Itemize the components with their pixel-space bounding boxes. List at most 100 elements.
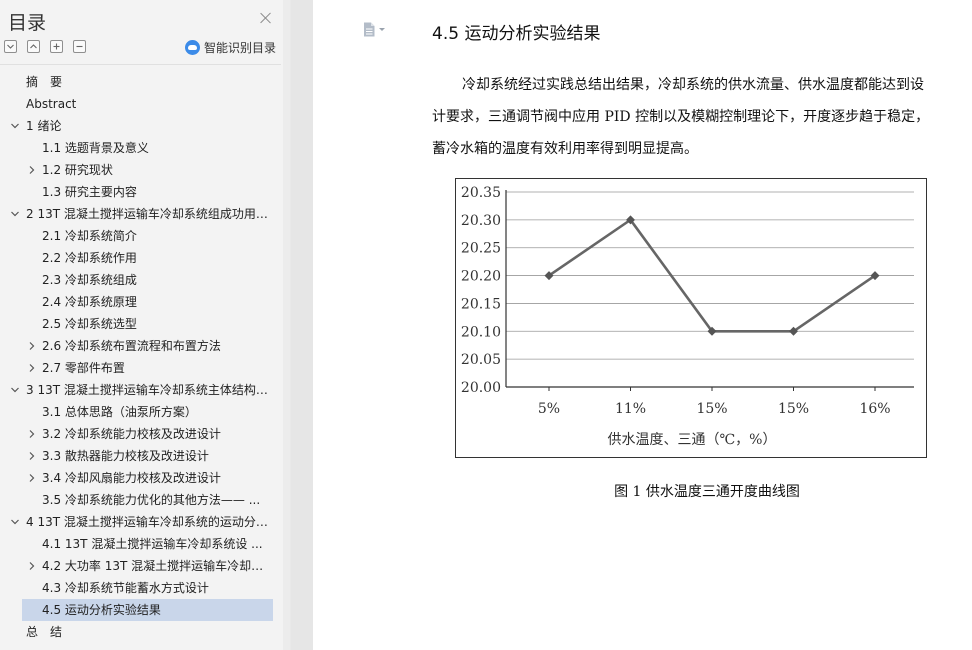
toc-item-label: 2.2 冷却系统作用 — [42, 251, 137, 265]
toc-item[interactable]: 2.7 零部件布置 — [0, 357, 281, 379]
toc-item-label: 4 13T 混凝土搅拌运输车冷却系统的运动分 ... — [26, 515, 271, 529]
x-axis-label: 供水温度、三通（℃，%） — [608, 432, 777, 448]
x-tick-label: 11% — [615, 401, 646, 417]
toc-item[interactable]: 1 绪论 — [0, 115, 281, 137]
line-chart: 20.35 20.30 20.25 20.20 20.15 20.10 20.05 20.00… — [461, 185, 914, 448]
toc-item[interactable]: 4.2 大功率 13T 混凝土搅拌运输车冷却 ... — [0, 555, 281, 577]
toc-item-label: 2.1 冷却系统简介 — [42, 229, 137, 243]
figure-caption: 图 1 供水温度三通开度曲线图 — [614, 484, 800, 500]
toc-item[interactable]: 3.1 总体思路（油泵所方案） — [0, 401, 281, 423]
paragraph-line: 冷却系统经过实践总结出结果，冷却系统的供水流量、供水温度都能达到设 — [462, 77, 924, 93]
toc-item[interactable]: 2.4 冷却系统原理 — [0, 291, 281, 313]
x-tick-label: 16% — [859, 401, 890, 417]
toc-item-label: 2.5 冷却系统选型 — [42, 317, 137, 331]
toc-item-label: 2.7 零部件布置 — [42, 361, 125, 375]
collapse-all-icon[interactable] — [27, 40, 40, 53]
chevron-right-icon[interactable] — [28, 562, 36, 570]
toc-item[interactable]: 2.6 冷却系统布置流程和布置方法 — [0, 335, 281, 357]
chevron-right-icon[interactable] — [28, 166, 36, 174]
x-tick-label: 15% — [696, 401, 727, 417]
outline-panel: 目录 智能识别目录 摘 要 Abstract 1 绪论 1.1 选题背景及意义 1.2 … — [0, 0, 290, 650]
add-heading-icon[interactable] — [50, 40, 63, 53]
toc-item-label: 3.4 冷却风扇能力校核及改进设计 — [42, 471, 221, 485]
toc-item-label: 2 13T 混凝土搅拌运输车冷却系统组成功用 ... — [26, 207, 271, 221]
smart-recognize-label: 智能识别目录 — [204, 41, 277, 55]
smart-recognize-toc-button[interactable]: 智能识别目录 — [185, 39, 276, 56]
toc-item[interactable]: 2.3 冷却系统组成 — [0, 269, 281, 291]
outline-toolbar — [4, 40, 86, 54]
close-icon[interactable] — [259, 11, 273, 25]
toc-item-label: 3.5 冷却系统能力优化的其他方法—— ... — [42, 493, 261, 507]
toc-item[interactable]: 4 13T 混凝土搅拌运输车冷却系统的运动分 ... — [0, 511, 281, 533]
figure-frame: 20.35 20.30 20.25 20.20 20.15 20.10 20.05 20.00… — [455, 178, 927, 458]
toc-item-label: 4.1 13T 混凝土搅拌运输车冷却系统设 ... — [42, 537, 263, 551]
expand-all-icon[interactable] — [4, 40, 17, 53]
chevron-right-icon[interactable] — [28, 474, 36, 482]
toc-item[interactable]: 2.5 冷却系统选型 — [0, 313, 281, 335]
y-tick-label: 20.35 — [461, 185, 501, 201]
toc-item[interactable]: 1.2 研究现状 — [0, 159, 281, 181]
outline-scrollbar[interactable] — [283, 0, 290, 650]
y-tick-label: 20.00 — [461, 380, 501, 396]
chevron-down-icon[interactable] — [11, 518, 19, 526]
chevron-down-icon — [379, 28, 385, 31]
toc-item-label: 1.2 研究现状 — [42, 163, 113, 177]
toc-item-label: Abstract — [26, 97, 77, 111]
chevron-down-icon[interactable] — [11, 210, 19, 218]
toc-item-label: 2.3 冷却系统组成 — [42, 273, 137, 287]
smart-toc-icon — [185, 40, 200, 55]
toc-item-label: 4.3 冷却系统节能蓄水方式设计 — [42, 581, 209, 595]
toc-item[interactable]: 3.5 冷却系统能力优化的其他方法—— ... — [0, 489, 281, 511]
toc-item-label: 3.1 总体思路（油泵所方案） — [42, 405, 197, 419]
toc-item[interactable]: 3.2 冷却系统能力校核及改进设计 — [0, 423, 281, 445]
paragraph-line: 蓄冷水箱的温度有效利用率得到明显提高。 — [432, 141, 698, 157]
toc-item-label: 总 结 — [26, 625, 63, 639]
toc-item[interactable]: 1.3 研究主要内容 — [0, 181, 281, 203]
toc-item[interactable]: 总 结 — [0, 621, 281, 643]
toc-item[interactable]: 1.1 选题背景及意义 — [0, 137, 281, 159]
chevron-down-icon[interactable] — [11, 122, 19, 130]
toc-item[interactable]: 2.2 冷却系统作用 — [0, 247, 281, 269]
remove-heading-icon[interactable] — [73, 40, 86, 53]
chevron-right-icon[interactable] — [28, 342, 36, 350]
toc-item-label: 1.3 研究主要内容 — [42, 185, 137, 199]
y-tick-label: 20.15 — [461, 296, 501, 312]
toc-item[interactable]: 2 13T 混凝土搅拌运输车冷却系统组成功用 ... — [0, 203, 281, 225]
toc-item[interactable]: 3.3 散热器能力校核及改进设计 — [0, 445, 281, 467]
section-heading: 4.5 运动分析实验结果 — [432, 24, 601, 44]
toc-item-label: 4.2 大功率 13T 混凝土搅拌运输车冷却 ... — [42, 559, 264, 573]
chevron-right-icon[interactable] — [28, 430, 36, 438]
toc-list: 摘 要 Abstract 1 绪论 1.1 选题背景及意义 1.2 研究现状 1.3 研究… — [0, 71, 281, 643]
toc-item-label: 3.3 散热器能力校核及改进设计 — [42, 449, 209, 463]
toc-item[interactable]: Abstract — [0, 93, 281, 115]
toc-item-label: 摘 要 — [26, 75, 63, 89]
toc-item[interactable]: 3 13T 混凝土搅拌运输车冷却系统主体结构 ... — [0, 379, 281, 401]
x-tick-label: 5% — [538, 401, 560, 417]
toc-item-active[interactable]: 4.5 运动分析实验结果 — [22, 599, 273, 621]
toc-item[interactable]: 3.4 冷却风扇能力校核及改进设计 — [0, 467, 281, 489]
toc-item-label: 3 13T 混凝土搅拌运输车冷却系统主体结构 ... — [26, 383, 271, 397]
chevron-right-icon[interactable] — [28, 364, 36, 372]
toc-item-label: 4.5 运动分析实验结果 — [42, 603, 161, 617]
outline-title: 目录 — [8, 12, 47, 34]
toc-item[interactable]: 摘 要 — [0, 71, 281, 93]
y-tick-label: 20.30 — [461, 213, 501, 229]
toc-item[interactable]: 2.1 冷却系统简介 — [0, 225, 281, 247]
y-tick-label: 20.20 — [461, 269, 501, 285]
toc-item[interactable]: 4.3 冷却系统节能蓄水方式设计 — [0, 577, 281, 599]
y-tick-label: 20.10 — [461, 324, 501, 340]
divider — [0, 64, 281, 65]
y-tick-label: 20.25 — [461, 241, 501, 257]
x-tick-label: 15% — [778, 401, 809, 417]
document-icon — [364, 22, 375, 37]
chevron-down-icon[interactable] — [11, 386, 19, 394]
y-tick-label: 20.05 — [461, 352, 501, 368]
toc-item-label: 1 绪论 — [26, 119, 62, 133]
paragraph-line: 计要求，三通调节阀中应用 PID 控制以及模糊控制理论下，开度逐步趋于稳定， — [432, 109, 930, 125]
toc-item-label: 2.4 冷却系统原理 — [42, 295, 137, 309]
toc-item-label: 2.6 冷却系统布置流程和布置方法 — [42, 339, 221, 353]
toc-item-label: 3.2 冷却系统能力校核及改进设计 — [42, 427, 221, 441]
chevron-right-icon[interactable] — [28, 452, 36, 460]
document-options-button[interactable] — [363, 22, 385, 37]
toc-item[interactable]: 4.1 13T 混凝土搅拌运输车冷却系统设 ... — [0, 533, 281, 555]
